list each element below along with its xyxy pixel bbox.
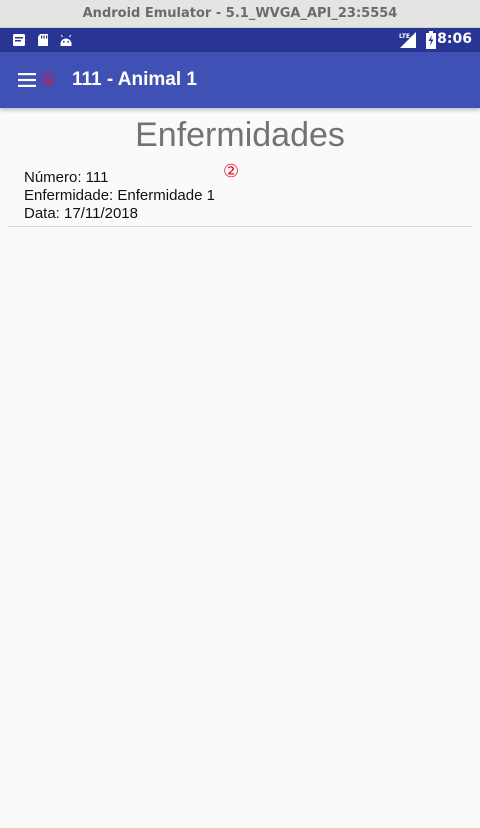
page-title: Enfermidades: [135, 116, 345, 154]
annotation-marker-1: ①: [40, 70, 57, 91]
lte-signal-icon: LTE: [399, 32, 416, 48]
android-icon: [60, 34, 72, 46]
emulator-window-title: Android Emulator - 5.1_WVGA_API_23:5554: [82, 6, 398, 21]
list-item[interactable]: Número: 111 Enfermidade: Enfermidade 1 D…: [24, 169, 215, 223]
battery-charging-icon: [426, 31, 436, 49]
status-bar: LTE 8:06: [0, 28, 480, 52]
record-data: Data: 17/11/2018: [24, 205, 138, 222]
hamburger-menu-button[interactable]: [14, 68, 38, 92]
record-enfermidade: Enfermidade: Enfermidade 1: [24, 187, 215, 204]
notification-icon: [13, 34, 25, 46]
annotation-marker-2: ②: [223, 161, 240, 182]
list-divider: [8, 226, 472, 227]
app-toolbar: ① 111 - Animal 1: [0, 52, 480, 108]
toolbar-title: 111 - Animal 1: [72, 69, 197, 90]
status-time: 8:06: [437, 31, 472, 47]
emulator-window-titlebar: Android Emulator - 5.1_WVGA_API_23:5554: [0, 0, 480, 28]
record-numero: Número: 111: [24, 169, 109, 186]
lte-label: LTE: [399, 33, 410, 40]
sd-card-icon: [38, 34, 48, 46]
hamburger-menu-icon: [18, 73, 36, 87]
